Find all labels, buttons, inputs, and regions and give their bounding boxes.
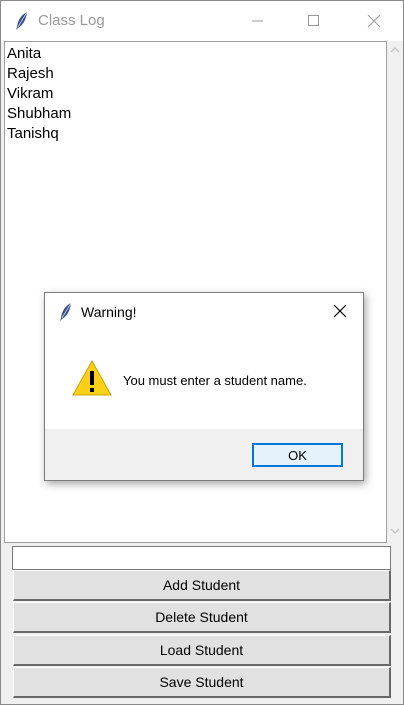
class-log-window: Class Log Anita Rajesh Vikram Shubham Ta… bbox=[0, 0, 404, 705]
load-student-button[interactable]: Load Student bbox=[13, 635, 391, 666]
list-item[interactable]: Vikram bbox=[7, 84, 53, 104]
scroll-up-arrow-icon[interactable] bbox=[389, 46, 401, 54]
close-icon bbox=[367, 14, 381, 28]
dialog-message: You must enter a student name. bbox=[123, 373, 307, 388]
dialog-title-bar[interactable]: Warning! bbox=[45, 293, 363, 331]
dialog-body: You must enter a student name. bbox=[45, 331, 363, 429]
list-item[interactable]: Anita bbox=[7, 44, 41, 64]
save-student-button[interactable]: Save Student bbox=[13, 667, 391, 698]
add-student-button[interactable]: Add Student bbox=[13, 570, 391, 601]
maximize-icon bbox=[308, 15, 319, 26]
vertical-scrollbar[interactable] bbox=[387, 41, 403, 543]
minimize-button[interactable] bbox=[235, 1, 281, 41]
dialog-title: Warning! bbox=[81, 304, 137, 320]
scroll-down-arrow-icon[interactable] bbox=[389, 527, 401, 535]
close-icon[interactable] bbox=[332, 303, 348, 319]
list-item[interactable]: Rajesh bbox=[7, 64, 54, 84]
ok-button[interactable]: OK bbox=[252, 443, 343, 467]
warning-icon bbox=[72, 359, 112, 396]
delete-student-button[interactable]: Delete Student bbox=[13, 602, 391, 633]
list-item[interactable]: Tanishq bbox=[7, 124, 59, 144]
feather-icon bbox=[60, 302, 72, 321]
close-button[interactable] bbox=[351, 1, 397, 41]
warning-dialog: Warning! You must enter a student name. … bbox=[44, 292, 364, 481]
feather-icon bbox=[16, 11, 28, 30]
window-title: Class Log bbox=[38, 12, 105, 29]
title-bar[interactable]: Class Log bbox=[1, 1, 403, 41]
list-item[interactable]: Shubham bbox=[7, 104, 71, 124]
dialog-footer: OK bbox=[45, 429, 363, 480]
student-name-input[interactable] bbox=[12, 546, 391, 570]
minimize-icon bbox=[252, 20, 263, 22]
maximize-button[interactable] bbox=[291, 1, 337, 41]
